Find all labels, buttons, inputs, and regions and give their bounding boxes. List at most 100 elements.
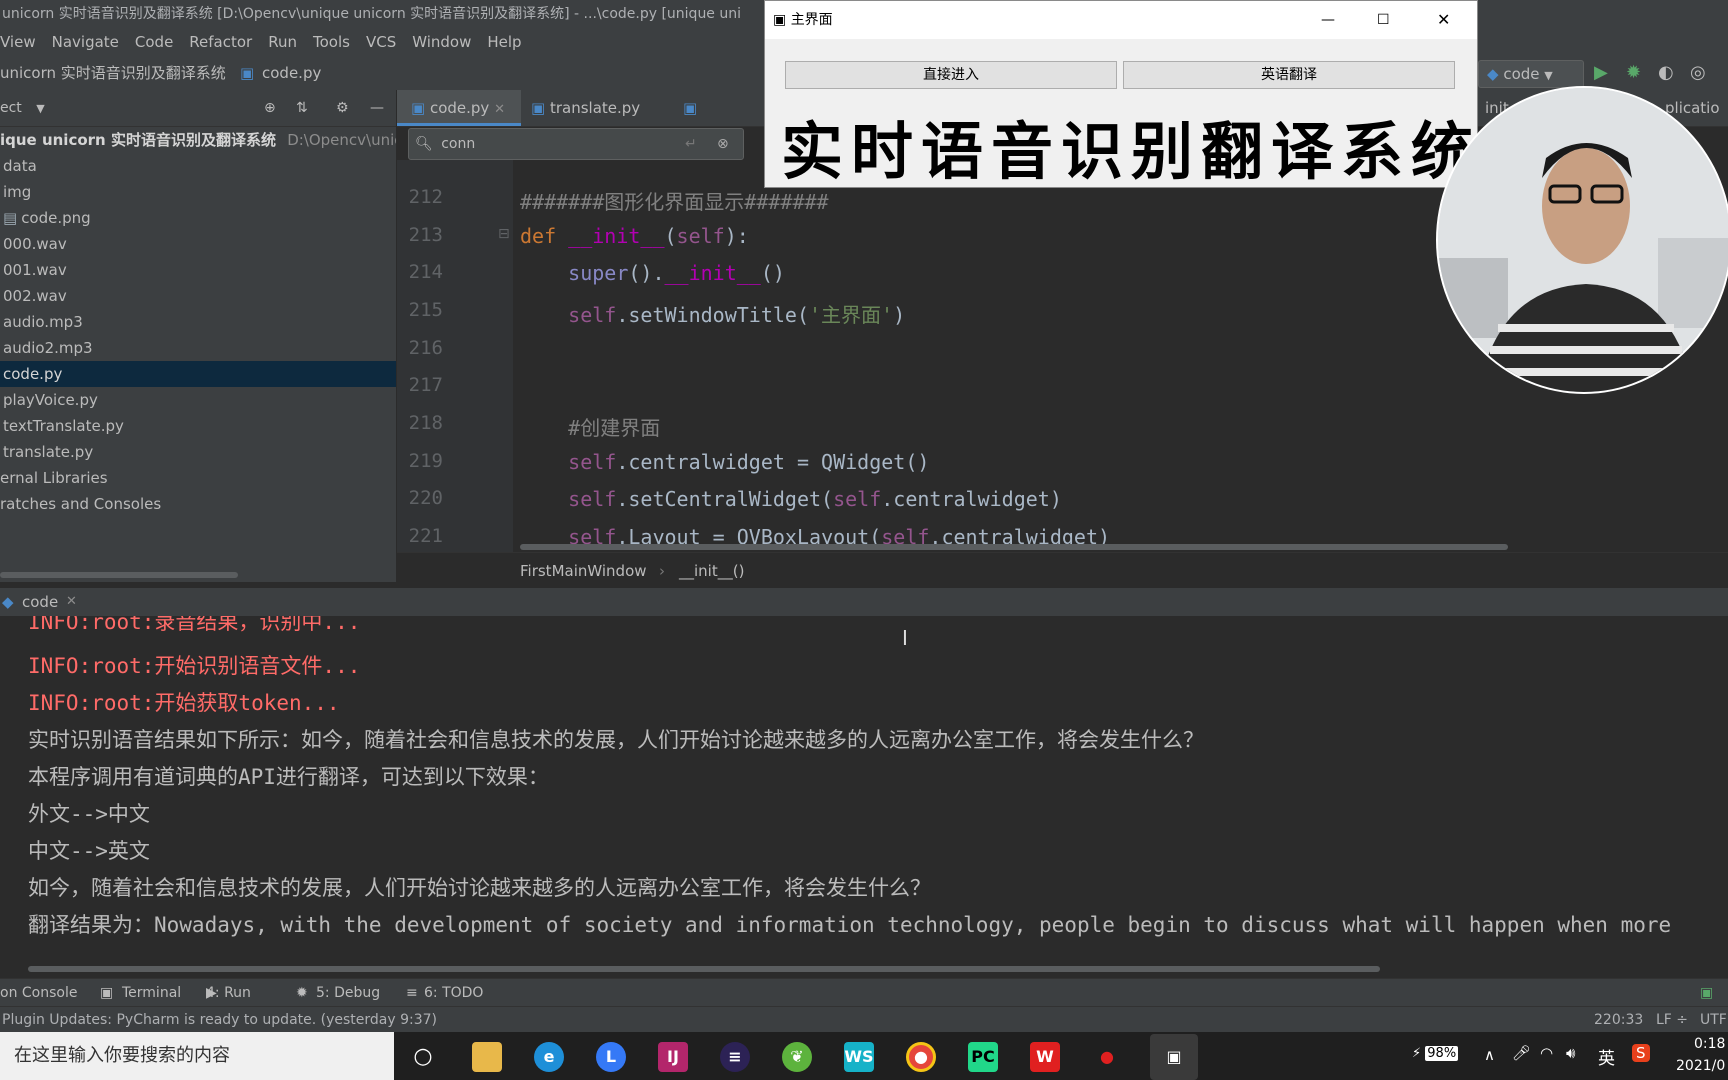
tray-chevron-icon[interactable]: ∧ [1484, 1046, 1495, 1064]
chevron-down-icon[interactable]: ▼ [36, 102, 44, 115]
clock-date[interactable]: 2021/0 [1676, 1058, 1725, 1074]
project-scrollbar[interactable] [0, 572, 238, 578]
qt-window-icon[interactable]: ▣ [1150, 1034, 1198, 1080]
search-input[interactable]: 🔍︎ conn ↵ ⊗ [408, 128, 744, 160]
code-line[interactable]: super().__init__() [520, 261, 785, 285]
clock-time[interactable]: 0:18 [1694, 1036, 1725, 1052]
tool-terminal[interactable]: Terminal [122, 979, 181, 1007]
line-number: 213 [408, 224, 443, 246]
tree-item[interactable]: data [0, 153, 396, 179]
webcam-overlay [1436, 86, 1728, 394]
menu-refactor[interactable]: Refactor [189, 28, 252, 56]
run-icon[interactable]: ▶ [1594, 56, 1608, 90]
english-translate-button[interactable]: 英语翻译 [1123, 61, 1455, 89]
close-icon[interactable]: ✕ [494, 102, 505, 117]
run-config-select[interactable]: ◆ code ▼ [1478, 60, 1584, 88]
run-console[interactable]: INFO:root:录音结果，识别中... INFO:root:开始识别语音文件… [0, 616, 1728, 974]
collapse-icon[interactable]: ⇅ [296, 90, 308, 126]
clear-search-icon[interactable]: ⊗ [717, 129, 729, 159]
line-number: 217 [408, 374, 443, 396]
tree-item[interactable]: audio2.mp3 [0, 335, 396, 361]
project-root[interactable]: ique unicorn 实时语音识别及翻译系统 D:\Opencv\uniqu [0, 127, 396, 153]
coverage-icon[interactable]: ◐ [1658, 56, 1674, 90]
taskbar-search-input[interactable]: 在这里输入你要搜索的内容 [0, 1032, 394, 1080]
breadcrumb-class[interactable]: FirstMainWindow [520, 553, 647, 589]
tree-item[interactable]: audio.mp3 [0, 309, 396, 335]
event-log-icon[interactable]: ▣ [1700, 979, 1713, 1007]
enter-directly-button[interactable]: 直接进入 [785, 61, 1117, 89]
wifi-icon[interactable]: ◠ [1540, 1044, 1553, 1062]
tab-texttranslate-py[interactable]: ▣ textTrans [669, 90, 753, 126]
file-explorer-icon[interactable] [472, 1042, 502, 1072]
microphone-icon[interactable]: 🎤︎ [1512, 1044, 1531, 1062]
intellij-icon[interactable]: IJ [658, 1042, 688, 1072]
caret-position[interactable]: 220:33 [1594, 1007, 1643, 1033]
tool-todo[interactable]: 6: TODO [424, 979, 483, 1007]
menu-view[interactable]: View [0, 28, 36, 56]
nav-project-name[interactable]: unicorn 实时语音识别及翻译系统 [0, 56, 226, 90]
text-cursor-icon: I [902, 626, 908, 650]
battery-indicator[interactable]: ⚡ 98% [1412, 1046, 1459, 1061]
tree-item[interactable]: 000.wav [0, 231, 396, 257]
code-line[interactable]: def __init__(self): [520, 224, 749, 248]
nav-file-name[interactable]: code.py [262, 56, 321, 90]
ime-indicator[interactable]: 英 [1598, 1044, 1615, 1069]
locate-icon[interactable]: ⊕ [264, 90, 276, 126]
tree-item[interactable]: 001.wav [0, 257, 396, 283]
tree-item-selected[interactable]: code.py [0, 361, 396, 387]
leaf-app-icon[interactable]: ❦ [782, 1042, 812, 1072]
menu-window[interactable]: Window [412, 28, 471, 56]
edge-icon[interactable]: e [534, 1042, 564, 1072]
maximize-icon[interactable]: ☐ [1377, 1, 1390, 39]
console-scrollbar[interactable] [28, 966, 1380, 972]
tree-item[interactable]: 002.wav [0, 283, 396, 309]
run-tab-label[interactable]: code [22, 588, 58, 616]
fold-icon[interactable]: ⊟ [498, 226, 510, 242]
menu-tools[interactable]: Tools [313, 28, 350, 56]
line-separator[interactable]: LF ÷ [1656, 1007, 1688, 1033]
breadcrumb-method[interactable]: __init__() [679, 553, 744, 589]
tab-code-py[interactable]: ▣ code.py ✕ [397, 90, 521, 126]
sogou-icon[interactable]: S [1632, 1044, 1650, 1062]
gear-icon[interactable]: ⚙ [336, 90, 349, 126]
status-message[interactable]: Plugin Updates: PyCharm is ready to upda… [2, 1007, 437, 1033]
tool-python-console[interactable]: on Console [0, 979, 77, 1007]
menu-run[interactable]: Run [268, 28, 297, 56]
webstorm-icon[interactable]: WS [844, 1042, 874, 1072]
code-line[interactable]: self.setWindowTitle('主界面') [520, 299, 905, 328]
project-view-label[interactable]: ect [0, 100, 22, 116]
tree-item[interactable]: ernal Libraries [0, 465, 396, 491]
tree-item[interactable]: ▤ code.png [0, 205, 396, 231]
qt-window-title: 主界面 [790, 12, 833, 28]
tab-translate-py[interactable]: ▣ translate.py ✕ [517, 90, 651, 153]
editor-scrollbar[interactable] [520, 544, 1508, 550]
task-view-icon[interactable]: ○ [408, 1042, 438, 1072]
code-line[interactable]: #创建界面 [520, 412, 660, 441]
recorder-icon[interactable]: ● [1092, 1042, 1122, 1072]
menu-code[interactable]: Code [135, 28, 173, 56]
tree-item[interactable]: ratches and Consoles [0, 491, 396, 517]
minimize-icon[interactable]: — [1321, 1, 1335, 39]
eclipse-icon[interactable]: ≡ [720, 1042, 750, 1072]
tree-item[interactable]: textTranslate.py [0, 413, 396, 439]
code-line-current[interactable]: self.setCentralWidget(self.centralwidget… [520, 487, 1062, 511]
tree-item[interactable]: img [0, 179, 396, 205]
close-icon[interactable]: ✕ [1437, 1, 1450, 39]
menu-vcs[interactable]: VCS [366, 28, 396, 56]
chrome-icon[interactable]: ● [906, 1042, 936, 1072]
minimize-panel-icon[interactable]: — [370, 90, 384, 126]
tree-item[interactable]: translate.py [0, 439, 396, 465]
l-app-icon[interactable]: L [596, 1042, 626, 1072]
menu-navigate[interactable]: Navigate [52, 28, 119, 56]
profile-icon[interactable]: ◎ [1690, 56, 1706, 90]
close-icon[interactable]: ✕ [66, 588, 77, 616]
file-encoding[interactable]: UTF [1700, 1007, 1727, 1033]
menu-help[interactable]: Help [487, 28, 521, 56]
tool-debug[interactable]: 5: Debug [316, 979, 380, 1007]
pycharm-icon[interactable]: PC [968, 1042, 998, 1072]
code-line[interactable]: self.centralwidget = QWidget() [520, 450, 929, 474]
volume-icon[interactable]: 🔊︎ [1566, 1044, 1575, 1062]
debug-icon[interactable]: ✹ [1626, 56, 1641, 90]
wps-icon[interactable]: W [1030, 1042, 1060, 1072]
tree-item[interactable]: playVoice.py [0, 387, 396, 413]
